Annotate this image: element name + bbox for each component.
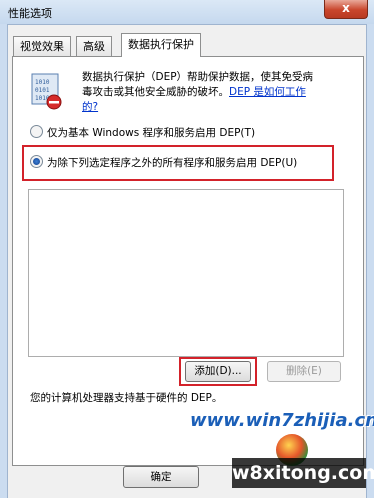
close-button[interactable]: x [324, 0, 368, 19]
add-button[interactable]: 添加(D)... [185, 361, 251, 382]
radio-essential[interactable] [30, 125, 43, 138]
svg-text:1010: 1010 [35, 79, 50, 86]
tab-visual-effects[interactable]: 视觉效果 [13, 36, 71, 57]
window-frame-left [0, 24, 8, 498]
watermark-site: www.win7zhijia.cn [190, 410, 374, 431]
watermark-brand: w8xitong.com [232, 458, 374, 488]
dep-shield-icon: 1010 0101 1010 [31, 73, 62, 110]
radio-all-except-row[interactable]: 为除下列选定程序之外的所有程序和服务启用 DEP(U) [30, 155, 297, 170]
dep-help-link[interactable]: DEP 是如何工作 [229, 86, 306, 98]
radio-essential-label: 仅为基本 Windows 程序和服务启用 DEP(T) [47, 127, 256, 139]
radio-all-except-label: 为除下列选定程序之外的所有程序和服务启用 DEP(U) [47, 157, 298, 169]
tab-advanced[interactable]: 高级 [76, 36, 112, 57]
ok-button[interactable]: 确定 [123, 466, 199, 488]
radio-essential-row[interactable]: 仅为基本 Windows 程序和服务启用 DEP(T) [30, 125, 255, 140]
remove-button[interactable]: 删除(E) [267, 361, 341, 382]
dep-description-line-1: 数据执行保护（DEP）帮助保护数据，使其免受病 [82, 71, 314, 83]
window-title: 性能选项 [8, 7, 52, 20]
dep-description: 数据执行保护（DEP）帮助保护数据，使其免受病 毒攻击或其他安全威胁的破坏。DE… [82, 70, 362, 115]
title-bar: 性能选项 x [0, 0, 374, 25]
dep-description-line-2: 毒攻击或其他安全威胁的破坏。 [82, 86, 229, 98]
program-list[interactable] [28, 189, 344, 357]
dep-help-link-tail[interactable]: 的? [82, 101, 98, 113]
hardware-dep-status: 您的计算机处理器支持基于硬件的 DEP。 [30, 392, 223, 404]
svg-text:0101: 0101 [35, 87, 50, 94]
tab-dep[interactable]: 数据执行保护 [121, 33, 201, 57]
radio-all-except[interactable] [30, 155, 43, 168]
